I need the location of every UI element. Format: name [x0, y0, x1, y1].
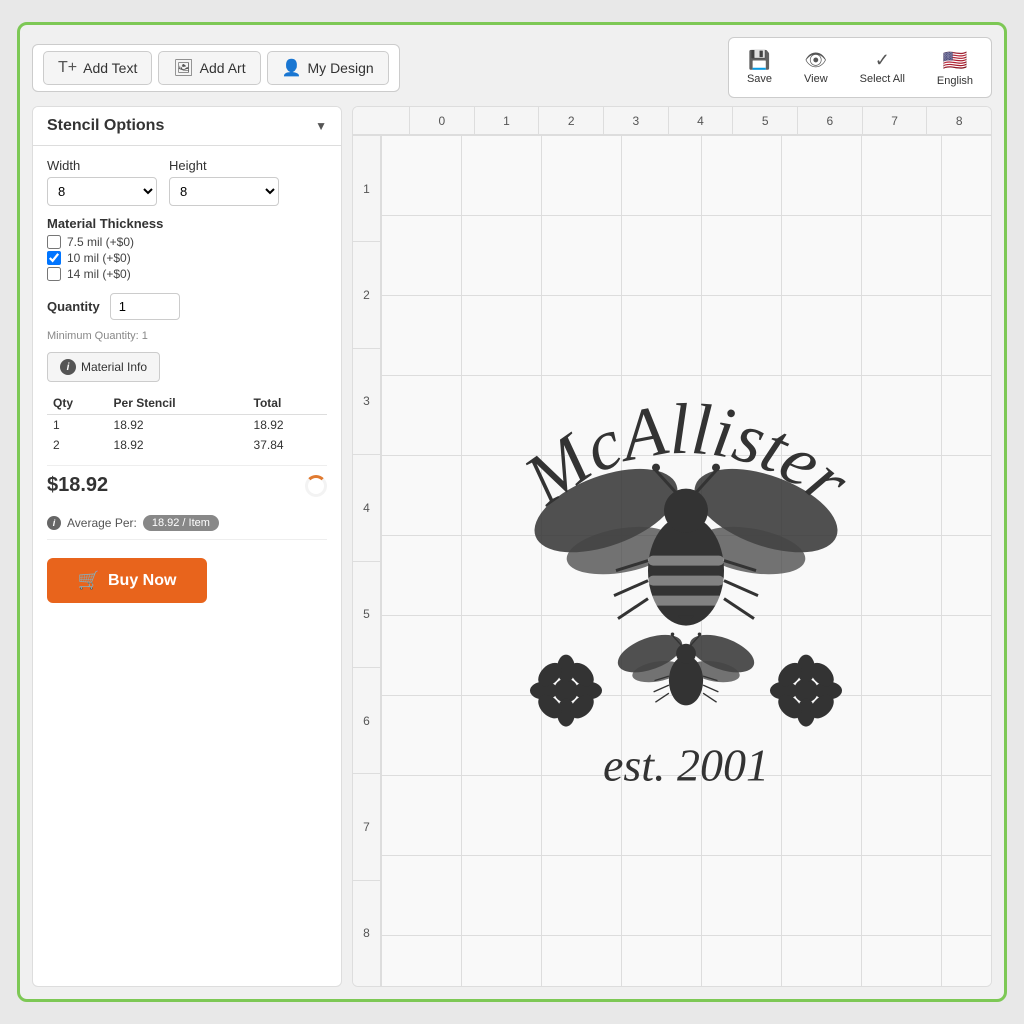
- table-row: 118.9218.92: [47, 415, 327, 436]
- col-per-stencil: Per Stencil: [108, 392, 248, 415]
- action-group: 💾 Save 👁 View ✓ Select All 🇺🇸 English: [728, 37, 992, 98]
- avg-per-row: i Average Per: 18.92 / Item: [47, 515, 327, 540]
- thickness-checkbox-2[interactable]: [47, 251, 61, 265]
- ruler-top-5: 5: [732, 107, 797, 134]
- material-info-icon: i: [60, 359, 76, 375]
- save-button[interactable]: 💾 Save: [733, 42, 786, 93]
- small-bee: [613, 627, 759, 705]
- ruler-top-3: 3: [603, 107, 668, 134]
- design-canvas[interactable]: McAllister: [381, 135, 991, 986]
- view-icon: 👁: [804, 50, 827, 71]
- right-flower: [770, 654, 842, 726]
- wh-row: Width 8 4 6 10 12 Height 8 4: [47, 158, 327, 206]
- my-design-button[interactable]: 👤 My Design: [267, 51, 389, 85]
- ruler-left-5: 5: [353, 561, 380, 667]
- ruler-left-6: 6: [353, 667, 380, 773]
- ruler-top-6: 6: [797, 107, 862, 134]
- pricing-table: Qty Per Stencil Total 118.9218.92218.923…: [47, 392, 327, 455]
- stencil-options-header: Stencil Options ▼: [33, 107, 341, 146]
- ruler-top-4: 4: [668, 107, 733, 134]
- table-row: 218.9237.84: [47, 435, 327, 455]
- english-label: English: [937, 75, 973, 87]
- ruler-left-2: 2: [353, 241, 380, 347]
- price-area: $18.92: [47, 465, 327, 505]
- save-label: Save: [747, 73, 772, 85]
- thickness-label-1: 7.5 mil (+$0): [67, 235, 134, 249]
- thickness-checkbox-1[interactable]: [47, 235, 61, 249]
- panel-content: Width 8 4 6 10 12 Height 8 4: [33, 146, 341, 986]
- thickness-label-3: 14 mil (+$0): [67, 267, 131, 281]
- thickness-option-2: 10 mil (+$0): [47, 251, 327, 265]
- ruler-left-3: 3: [353, 348, 380, 454]
- cart-icon: 🛒: [78, 570, 100, 591]
- quantity-input[interactable]: [110, 293, 180, 320]
- ruler-left-8: 8: [353, 880, 380, 986]
- ruler-top-7: 7: [862, 107, 927, 134]
- left-flower: [530, 654, 602, 726]
- add-art-button[interactable]: 🖼 Add Art: [158, 51, 260, 85]
- material-info-button[interactable]: i Material Info: [47, 352, 160, 382]
- save-icon: 💾: [748, 50, 770, 71]
- canvas-body: 1 2 3 4 5 6 7 8 McAllister: [353, 135, 991, 986]
- ruler-top-8: 8: [926, 107, 991, 134]
- english-flag-icon: 🇺🇸: [943, 48, 968, 73]
- english-button[interactable]: 🇺🇸 English: [923, 42, 987, 93]
- add-art-icon: 🖼: [173, 58, 193, 78]
- add-text-button[interactable]: T+ Add Text: [43, 51, 152, 85]
- thickness-option-1: 7.5 mil (+$0): [47, 235, 327, 249]
- ruler-left: 1 2 3 4 5 6 7 8: [353, 135, 381, 986]
- thickness-checkbox-3[interactable]: [47, 267, 61, 281]
- col-qty: Qty: [47, 392, 108, 415]
- add-text-icon: T+: [58, 59, 77, 77]
- avg-info-icon: i: [47, 516, 61, 530]
- buy-now-button[interactable]: 🛒 Buy Now: [47, 558, 207, 603]
- material-info-label: Material Info: [81, 360, 147, 374]
- my-design-icon: 👤: [282, 58, 302, 78]
- my-design-label: My Design: [308, 60, 374, 76]
- left-panel: Stencil Options ▼ Width 8 4 6 10 12: [32, 106, 342, 987]
- quantity-label: Quantity: [47, 299, 100, 314]
- price-display: $18.92: [47, 474, 108, 497]
- tool-group-main: T+ Add Text 🖼 Add Art 👤 My Design: [32, 44, 400, 92]
- col-total: Total: [248, 392, 327, 415]
- material-thickness-title: Material Thickness: [47, 216, 327, 231]
- canvas-area: 0 1 2 3 4 5 6 7 8 1 2 3 4 5 6 7: [352, 106, 992, 987]
- material-thickness-section: Material Thickness 7.5 mil (+$0) 10 mil …: [47, 216, 327, 283]
- view-label: View: [804, 73, 828, 85]
- stencil-options-title: Stencil Options: [47, 117, 164, 135]
- select-all-icon: ✓: [875, 50, 890, 71]
- main-container: T+ Add Text 🖼 Add Art 👤 My Design 💾 Save…: [17, 22, 1007, 1002]
- buy-now-label: Buy Now: [108, 572, 176, 590]
- ruler-left-1: 1: [353, 135, 380, 241]
- loading-spinner: [305, 475, 327, 497]
- height-label: Height: [169, 158, 279, 173]
- height-select[interactable]: 8 4 6 10 12: [169, 177, 279, 206]
- ruler-left-7: 7: [353, 773, 380, 879]
- top-toolbar: T+ Add Text 🖼 Add Art 👤 My Design 💾 Save…: [32, 37, 992, 98]
- thickness-label-2: 10 mil (+$0): [67, 251, 131, 265]
- ruler-left-4: 4: [353, 454, 380, 560]
- thickness-option-3: 14 mil (+$0): [47, 267, 327, 281]
- width-label: Width: [47, 158, 157, 173]
- height-group: Height 8 4 6 10 12: [169, 158, 279, 206]
- add-text-label: Add Text: [83, 60, 137, 76]
- min-qty-text: Minimum Quantity: 1: [47, 330, 327, 342]
- width-select[interactable]: 8 4 6 10 12: [47, 177, 157, 206]
- stencil-dropdown-arrow-icon[interactable]: ▼: [315, 119, 327, 133]
- width-group: Width 8 4 6 10 12: [47, 158, 157, 206]
- design-svg-container: McAllister: [436, 290, 936, 810]
- svg-text:est. 2001: est. 2001: [603, 739, 769, 790]
- avg-per-value: 18.92 / Item: [143, 515, 219, 531]
- view-button[interactable]: 👁 View: [790, 42, 842, 93]
- select-all-button[interactable]: ✓ Select All: [846, 42, 919, 93]
- ruler-top: 0 1 2 3 4 5 6 7 8: [353, 107, 991, 135]
- avg-per-label: Average Per:: [67, 516, 137, 530]
- ruler-top-0: 0: [409, 107, 474, 134]
- content-area: Stencil Options ▼ Width 8 4 6 10 12: [32, 106, 992, 987]
- ruler-top-2: 2: [538, 107, 603, 134]
- select-all-label: Select All: [860, 73, 905, 85]
- quantity-row: Quantity: [47, 293, 327, 320]
- ruler-top-1: 1: [474, 107, 539, 134]
- add-art-label: Add Art: [200, 60, 246, 76]
